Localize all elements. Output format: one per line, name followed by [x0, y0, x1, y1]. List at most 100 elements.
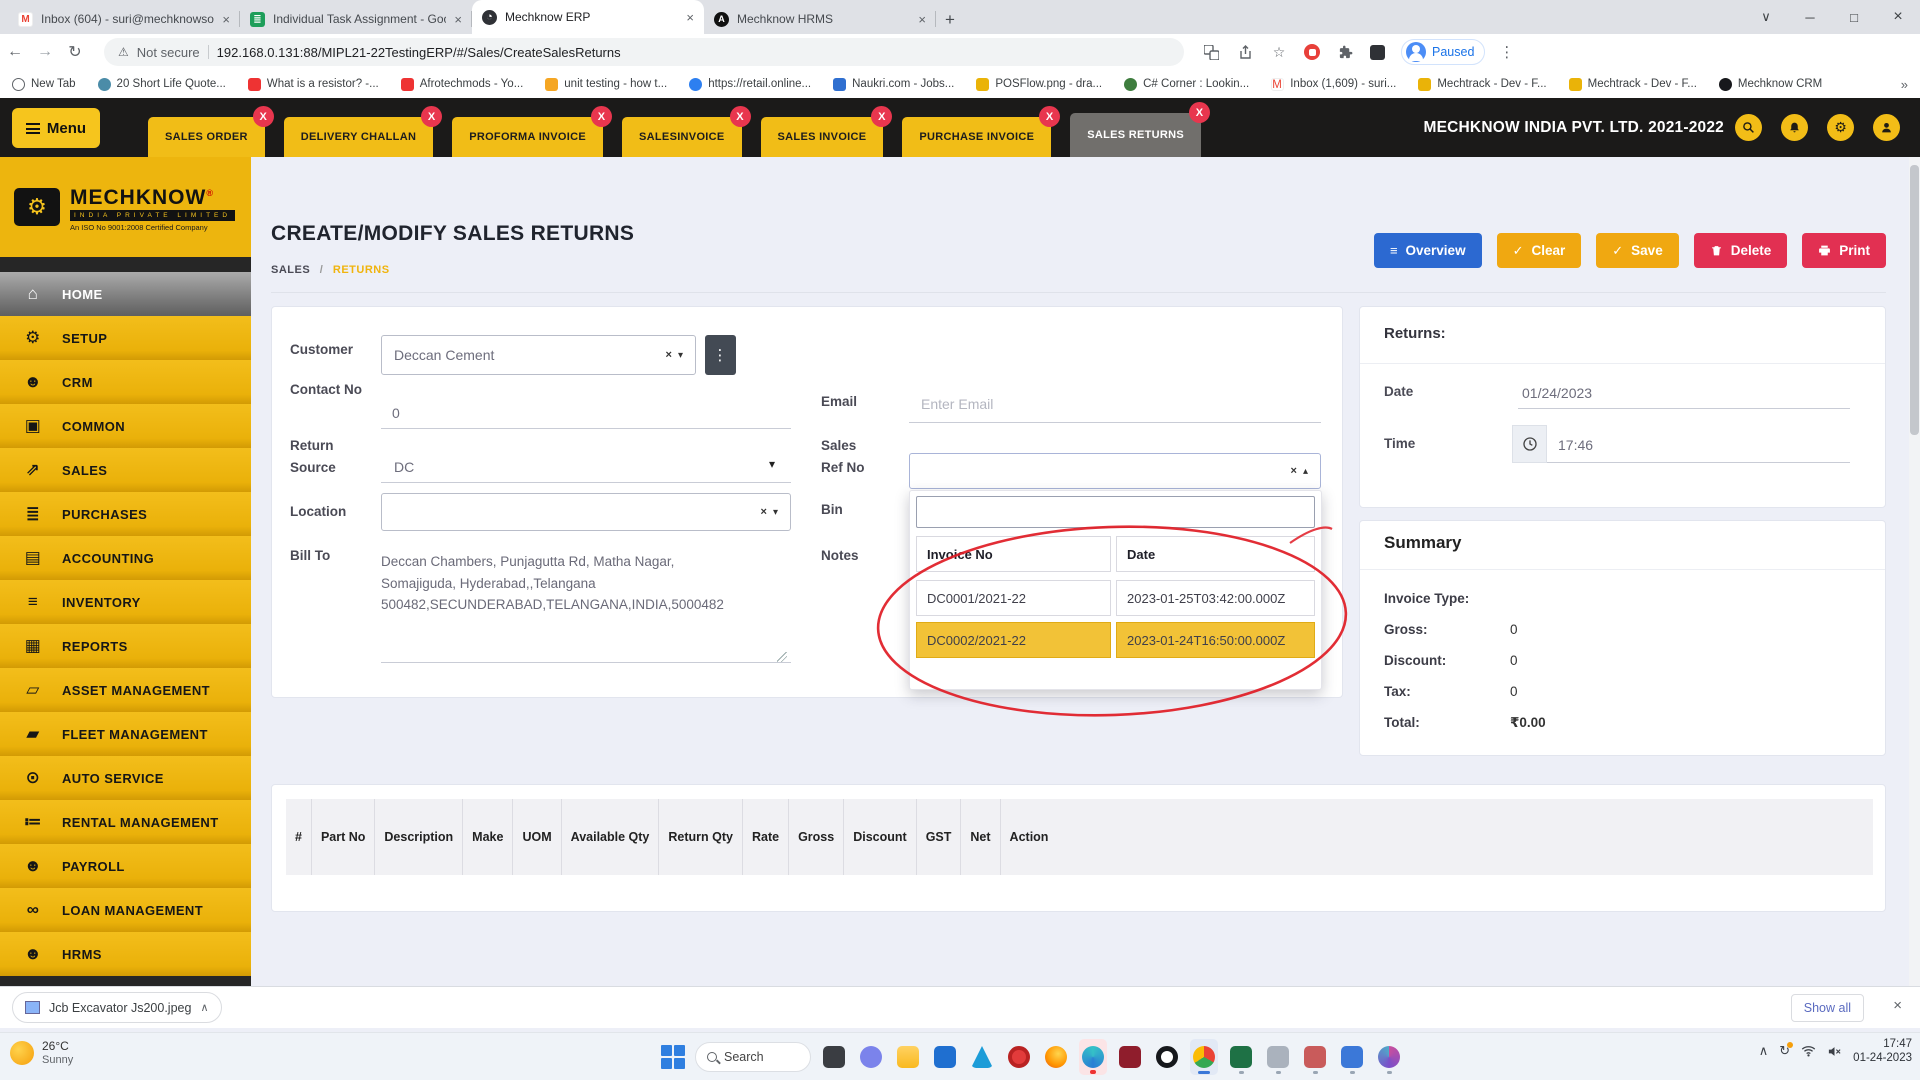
erp-nav-tab[interactable]: SALES RETURNS X: [1070, 113, 1201, 157]
bookmark-item[interactable]: C# Corner : Lookin...: [1124, 78, 1249, 91]
bookmark-item[interactable]: Inbox (1,609) - suri...: [1271, 78, 1396, 91]
erp-tab-close-icon[interactable]: X: [421, 106, 442, 127]
close-button[interactable]: ×: [1876, 0, 1920, 34]
start-button[interactable]: [660, 1044, 686, 1070]
taskbar-app-ring-icon[interactable]: [1153, 1039, 1181, 1075]
profile-paused-button[interactable]: Paused: [1401, 39, 1485, 65]
taskbar-app-chrome-icon[interactable]: [1190, 1039, 1218, 1075]
customer-options-button[interactable]: ⋮: [705, 335, 736, 375]
location-clear-icon[interactable]: ×: [761, 506, 767, 518]
location-select[interactable]: × ▾: [381, 493, 791, 531]
bookmark-item[interactable]: Mechtrack - Dev - F...: [1569, 78, 1697, 91]
erp-nav-tab[interactable]: SALESINVOICE X: [622, 117, 742, 157]
extensions-puzzle-icon[interactable]: [1336, 43, 1354, 61]
share-icon[interactable]: [1236, 43, 1254, 61]
tab-close-icon[interactable]: ×: [454, 12, 462, 27]
bookmark-item[interactable]: Afrotechmods - Yo...: [401, 78, 524, 91]
taskbar-app-firefox-icon[interactable]: [1042, 1039, 1070, 1075]
maximize-button[interactable]: □: [1832, 0, 1876, 34]
sidebar-item[interactable]: PAYROLL: [0, 844, 251, 888]
invoice-date-cell[interactable]: 2023-01-24T16:50:00.000Z: [1116, 622, 1315, 658]
erp-nav-tab[interactable]: PURCHASE INVOICE X: [902, 117, 1051, 157]
erp-nav-tab[interactable]: SALES ORDER X: [148, 117, 265, 157]
taskbar-app-tool-icon[interactable]: [1301, 1039, 1329, 1075]
sidebar-item[interactable]: ACCOUNTING: [0, 536, 251, 580]
menu-button[interactable]: Menu: [12, 108, 100, 148]
user-profile-icon[interactable]: [1873, 114, 1900, 141]
address-bar[interactable]: ⚠ Not secure 192.168.0.131:88/MIPL21-22T…: [104, 38, 1184, 66]
taskbar-app-explorer-icon[interactable]: [894, 1039, 922, 1075]
download-bar-close-icon[interactable]: ×: [1893, 997, 1902, 1014]
taskbar-app-edge-icon[interactable]: [1079, 1039, 1107, 1075]
overview-button[interactable]: ≡ Overview: [1374, 233, 1482, 268]
taskbar-weather[interactable]: 26°C Sunny: [10, 1039, 73, 1067]
erp-tab-close-icon[interactable]: X: [730, 106, 751, 127]
sidebar-item[interactable]: AUTO SERVICE: [0, 756, 251, 800]
back-icon[interactable]: ←: [0, 43, 30, 61]
sidebar-item[interactable]: FLEET MANAGEMENT: [0, 712, 251, 756]
new-tab-button[interactable]: +: [936, 6, 964, 34]
breadcrumb-parent[interactable]: SALES: [271, 264, 310, 276]
wifi-icon[interactable]: [1801, 1045, 1816, 1057]
taskbar-app-calculator-icon[interactable]: [1338, 1039, 1366, 1075]
erp-tab-close-icon[interactable]: X: [253, 106, 274, 127]
taskbar-search[interactable]: Search: [695, 1042, 811, 1072]
bill-to-textarea[interactable]: Deccan Chambers, Punjagutta Rd, Matha Na…: [381, 551, 717, 616]
erp-tab-close-icon[interactable]: X: [871, 106, 892, 127]
bookmark-item[interactable]: What is a resistor? -...: [248, 78, 379, 91]
sidebar-item[interactable]: LOAN MANAGEMENT: [0, 888, 251, 932]
location-caret-icon[interactable]: ▾: [773, 507, 778, 518]
customer-caret-icon[interactable]: ▾: [678, 350, 683, 361]
tray-clock[interactable]: 17:47 01-24-2023: [1853, 1037, 1912, 1065]
clock-icon[interactable]: [1512, 425, 1547, 463]
browser-menu-icon[interactable]: ⋮: [1499, 43, 1515, 61]
adblock-extension-icon[interactable]: [1304, 44, 1320, 60]
print-button[interactable]: Print: [1802, 233, 1886, 268]
taskbar-app-store-icon[interactable]: [931, 1039, 959, 1075]
sidebar-item[interactable]: HRMS: [0, 932, 251, 976]
sidebar-item[interactable]: RENTAL MANAGEMENT: [0, 800, 251, 844]
browser-tab[interactable]: Inbox (604) - suri@mechknowsof ×: [8, 4, 240, 34]
clear-button[interactable]: ✓ Clear: [1497, 233, 1582, 268]
bookmark-item[interactable]: Naukri.com - Jobs...: [833, 78, 954, 91]
taskbar-app-opera-icon[interactable]: [1005, 1039, 1033, 1075]
bookmark-item[interactable]: Mechknow CRM: [1719, 78, 1822, 91]
erp-nav-tab[interactable]: PROFORMA INVOICE X: [452, 117, 603, 157]
bookmark-item[interactable]: Mechtrack - Dev - F...: [1418, 78, 1546, 91]
security-label[interactable]: Not secure: [137, 45, 200, 60]
tab-close-icon[interactable]: ×: [918, 12, 926, 27]
tab-close-icon[interactable]: ×: [686, 10, 694, 25]
taskbar-app-mail-icon[interactable]: [968, 1039, 996, 1075]
erp-nav-tab[interactable]: DELIVERY CHALLAN X: [284, 117, 433, 157]
tray-expand-icon[interactable]: ∧: [1759, 1043, 1769, 1059]
sidebar-item[interactable]: REPORTS: [0, 624, 251, 668]
browser-tab[interactable]: Mechknow ERP ×: [472, 0, 704, 34]
sidebar-item[interactable]: CRM: [0, 360, 251, 404]
bookmark-item[interactable]: New Tab: [12, 78, 76, 91]
sidebar-item[interactable]: PURCHASES: [0, 492, 251, 536]
taskbar-app-photoshop-icon[interactable]: [1116, 1039, 1144, 1075]
delete-button[interactable]: Delete: [1694, 233, 1788, 268]
sidebar-item[interactable]: COMMON: [0, 404, 251, 448]
bookmark-item[interactable]: POSFlow.png - dra...: [976, 78, 1102, 91]
taskbar-app-phone-icon[interactable]: [820, 1039, 848, 1075]
bookmark-star-icon[interactable]: ☆: [1270, 43, 1288, 61]
sidebar-item[interactable]: HOME: [0, 272, 251, 316]
taskbar-app-chat-icon[interactable]: [857, 1039, 885, 1075]
invoice-no-cell[interactable]: DC0001/2021-22: [916, 580, 1111, 616]
erp-tab-close-icon[interactable]: X: [591, 106, 612, 127]
invoice-no-cell[interactable]: DC0002/2021-22: [916, 622, 1111, 658]
scrollbar-thumb[interactable]: [1910, 165, 1919, 435]
show-all-button[interactable]: Show all: [1791, 994, 1864, 1022]
volume-muted-icon[interactable]: [1827, 1045, 1842, 1058]
taskbar-app-snip-icon[interactable]: [1264, 1039, 1292, 1075]
translate-icon[interactable]: [1202, 43, 1220, 61]
bookmark-item[interactable]: unit testing - how t...: [545, 78, 667, 91]
sidebar-item[interactable]: SALES: [0, 448, 251, 492]
invoice-date-cell[interactable]: 2023-01-25T03:42:00.000Z: [1116, 580, 1315, 616]
header-search-icon[interactable]: [1735, 114, 1762, 141]
erp-tab-close-icon[interactable]: X: [1189, 102, 1210, 123]
dark-extension-icon[interactable]: [1370, 45, 1385, 60]
sales-ref-no-select[interactable]: × ▴: [909, 453, 1321, 489]
save-button[interactable]: ✓ Save: [1596, 233, 1678, 268]
